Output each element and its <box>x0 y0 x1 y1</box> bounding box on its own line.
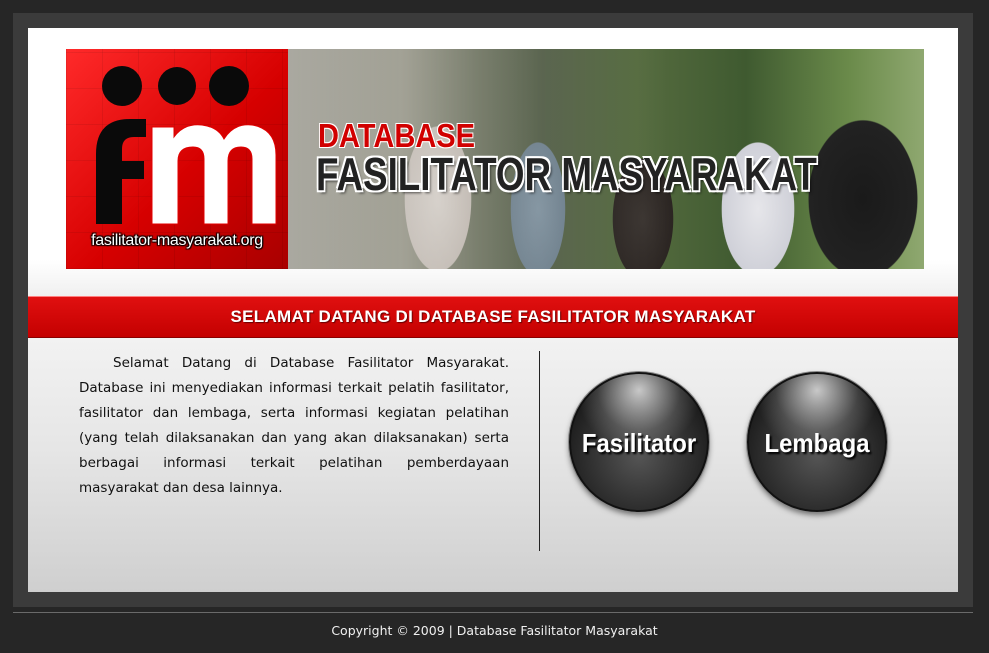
footer-copyright: Copyright © 2009 | Database Fasilitator … <box>331 623 658 638</box>
intro-paragraph: Selamat Datang di Database Fasilitator M… <box>79 355 509 496</box>
header-banner: fasilitator-masyarakat.org DATABASE FASI… <box>66 49 924 269</box>
lembaga-button-label: Lembaga <box>764 428 870 458</box>
vertical-divider <box>539 351 540 551</box>
site-logo[interactable]: fasilitator-masyarakat.org <box>66 49 288 269</box>
page-container: fasilitator-masyarakat.org DATABASE FASI… <box>28 28 958 592</box>
banner-title-fasilitator-masyarakat: FASILITATOR MASYARAKAT <box>316 148 817 200</box>
lembaga-button[interactable]: Lembaga <box>747 372 887 512</box>
logo-url-text: fasilitator-masyarakat.org <box>91 232 263 249</box>
fasilitator-button-label: Fasilitator <box>581 428 697 458</box>
footer-divider <box>13 612 973 613</box>
welcome-heading: SELAMAT DATANG DI DATABASE FASILITATOR M… <box>230 307 756 326</box>
welcome-bar: SELAMAT DATANG DI DATABASE FASILITATOR M… <box>28 296 958 338</box>
fasilitator-button[interactable]: Fasilitator <box>569 372 709 512</box>
